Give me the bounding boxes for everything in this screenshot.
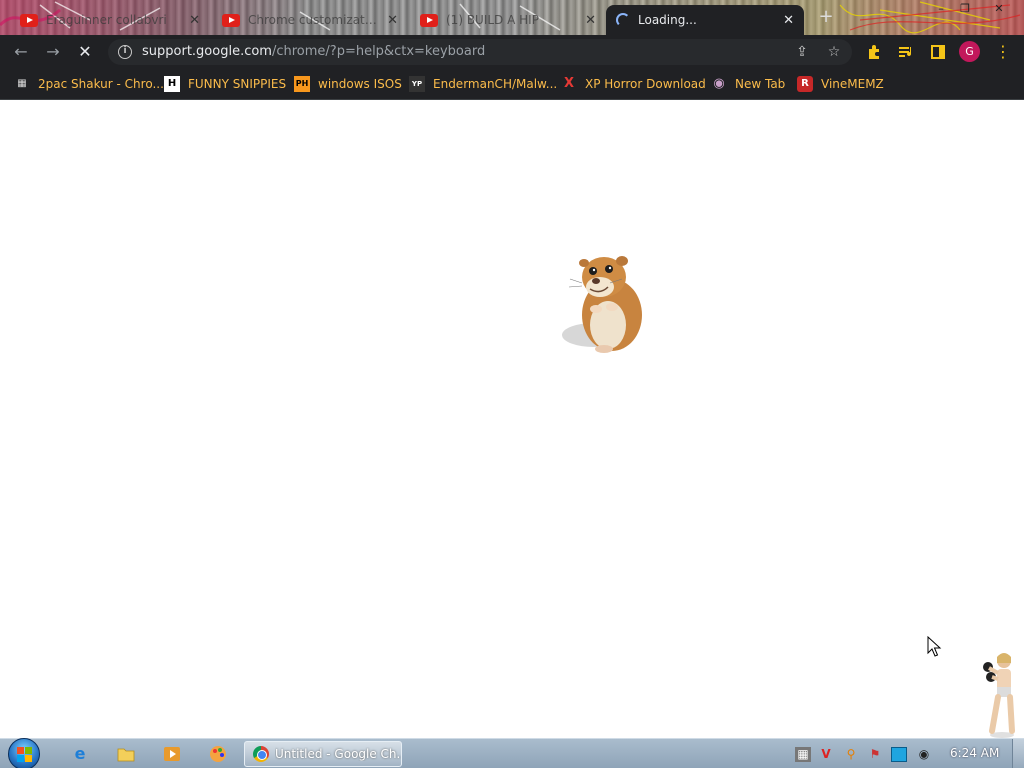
youtube-icon bbox=[20, 13, 38, 27]
close-icon[interactable]: ✕ bbox=[783, 13, 794, 28]
url-path: /chrome/?p=help&ctx=keyboard bbox=[271, 44, 486, 59]
file-explorer-icon[interactable] bbox=[106, 742, 146, 766]
youtube-icon bbox=[222, 13, 240, 27]
new-tab-button[interactable]: + bbox=[815, 7, 837, 29]
page-viewport[interactable] bbox=[0, 101, 1024, 738]
tab-title: Chrome customization bbox=[248, 13, 380, 27]
bookmark-label: windows ISOS bbox=[318, 77, 402, 91]
tab-1[interactable]: Chrome customization ✕ bbox=[212, 5, 408, 35]
bookmark-label: EndermanCH/Malw... bbox=[433, 77, 558, 91]
bookmark-label: FUNNY SNIPPIES bbox=[188, 77, 287, 91]
tab-2[interactable]: (1) BUILD A HIP ✕ bbox=[410, 5, 606, 35]
paint-icon[interactable] bbox=[198, 742, 238, 766]
bookmark-label: 2pac Shakur - Chro... bbox=[38, 77, 164, 91]
close-icon[interactable]: ✕ bbox=[387, 13, 398, 28]
tray-network-icon[interactable] bbox=[891, 747, 907, 762]
profile-avatar[interactable]: G bbox=[959, 41, 980, 62]
side-panel-icon[interactable] bbox=[926, 40, 950, 64]
tray-volume-icon[interactable]: ◉ bbox=[916, 747, 932, 762]
windows-taskbar: e Untitled - Google Ch... ▦ V ⚲ ⚑ ◉ 6:24… bbox=[0, 738, 1024, 768]
close-window-button[interactable]: ✕ bbox=[986, 0, 1012, 18]
globe-icon: ◉ bbox=[713, 76, 725, 91]
tab-title: (1) BUILD A HIP bbox=[446, 13, 539, 27]
tray-flag-icon[interactable]: ⚑ bbox=[867, 747, 883, 762]
bookmark-item[interactable]: H FUNNY SNIPPIES bbox=[164, 75, 286, 93]
close-icon[interactable]: ✕ bbox=[189, 13, 200, 28]
loading-spinner-icon bbox=[616, 13, 630, 27]
browser-toolbar: ← → ✕ i support.google.com/chrome/?p=hel… bbox=[0, 35, 1024, 68]
tab-title: Eraguinner collabvri bbox=[46, 13, 167, 27]
tab-active[interactable]: Loading... ✕ bbox=[606, 5, 804, 35]
back-button[interactable]: ← bbox=[8, 39, 34, 65]
bookmark-item[interactable]: ▦ 2pac Shakur - Chro... bbox=[14, 75, 164, 93]
chrome-icon bbox=[253, 746, 269, 762]
url-text[interactable]: support.google.com/chrome/?p=help&ctx=ke… bbox=[142, 44, 485, 59]
url-host: support.google.com bbox=[142, 44, 272, 59]
yp-icon: YP bbox=[409, 76, 425, 92]
bookmarks-bar: ▦ 2pac Shakur - Chro... H FUNNY SNIPPIES… bbox=[0, 68, 1024, 100]
show-desktop-button[interactable] bbox=[1012, 739, 1024, 768]
media-queue-icon[interactable] bbox=[894, 40, 918, 64]
bookmark-star-icon[interactable]: ☆ bbox=[824, 42, 844, 62]
tray-app-icon[interactable]: ▦ bbox=[795, 747, 811, 762]
taskbar-clock[interactable]: 6:24 AM bbox=[950, 746, 999, 760]
hamster-image bbox=[562, 256, 642, 353]
windows-logo-icon bbox=[17, 747, 32, 762]
bookmark-label: VineMEMZ bbox=[821, 77, 884, 91]
mouse-cursor-icon bbox=[927, 636, 942, 657]
bookmark-item[interactable]: YP EndermanCH/Malw... bbox=[409, 75, 557, 93]
site-info-icon[interactable]: i bbox=[118, 45, 132, 59]
h-icon: H bbox=[164, 76, 180, 92]
address-bar[interactable]: i support.google.com/chrome/?p=help&ctx=… bbox=[108, 39, 852, 65]
bookmark-item[interactable]: R VineMEMZ bbox=[797, 75, 884, 93]
extensions-puzzle-icon[interactable] bbox=[862, 40, 886, 64]
boxer-figure-image bbox=[983, 653, 1015, 738]
tray-search-icon[interactable]: ⚲ bbox=[843, 747, 859, 762]
forward-button[interactable]: → bbox=[40, 39, 66, 65]
taskbar-chrome-window[interactable]: Untitled - Google Ch... bbox=[244, 741, 402, 767]
restore-button[interactable]: ❐ bbox=[952, 0, 978, 18]
bookmark-item[interactable]: X XP Horror Download bbox=[561, 75, 706, 93]
minimize-button[interactable]: – bbox=[928, 0, 954, 18]
tab-strip: Eraguinner collabvri ✕ Chrome customizat… bbox=[0, 0, 1024, 35]
bookmark-item[interactable]: ◉ New Tab bbox=[711, 75, 785, 93]
youtube-icon bbox=[420, 13, 438, 27]
internet-explorer-icon[interactable]: e bbox=[60, 742, 100, 766]
media-player-icon[interactable] bbox=[152, 742, 192, 766]
tab-title: Loading... bbox=[638, 13, 697, 27]
stop-loading-button[interactable]: ✕ bbox=[72, 39, 98, 65]
r-icon: R bbox=[797, 76, 813, 92]
taskbar-window-label: Untitled - Google Ch... bbox=[275, 747, 401, 761]
bookmark-label: New Tab bbox=[735, 77, 786, 91]
share-icon[interactable]: ⇪ bbox=[792, 42, 812, 62]
menu-kebab-icon[interactable]: ⋮ bbox=[990, 39, 1016, 65]
calendar-icon: ▦ bbox=[17, 78, 27, 89]
bookmark-item[interactable]: PH windows ISOS bbox=[294, 75, 402, 93]
tab-0[interactable]: Eraguinner collabvri ✕ bbox=[10, 5, 210, 35]
tray-v-icon[interactable]: V bbox=[818, 747, 834, 762]
bookmark-label: XP Horror Download bbox=[585, 77, 706, 91]
close-icon[interactable]: ✕ bbox=[585, 13, 596, 28]
x-icon: X bbox=[563, 76, 575, 91]
ph-icon: PH bbox=[294, 76, 310, 92]
start-button[interactable] bbox=[8, 738, 40, 768]
